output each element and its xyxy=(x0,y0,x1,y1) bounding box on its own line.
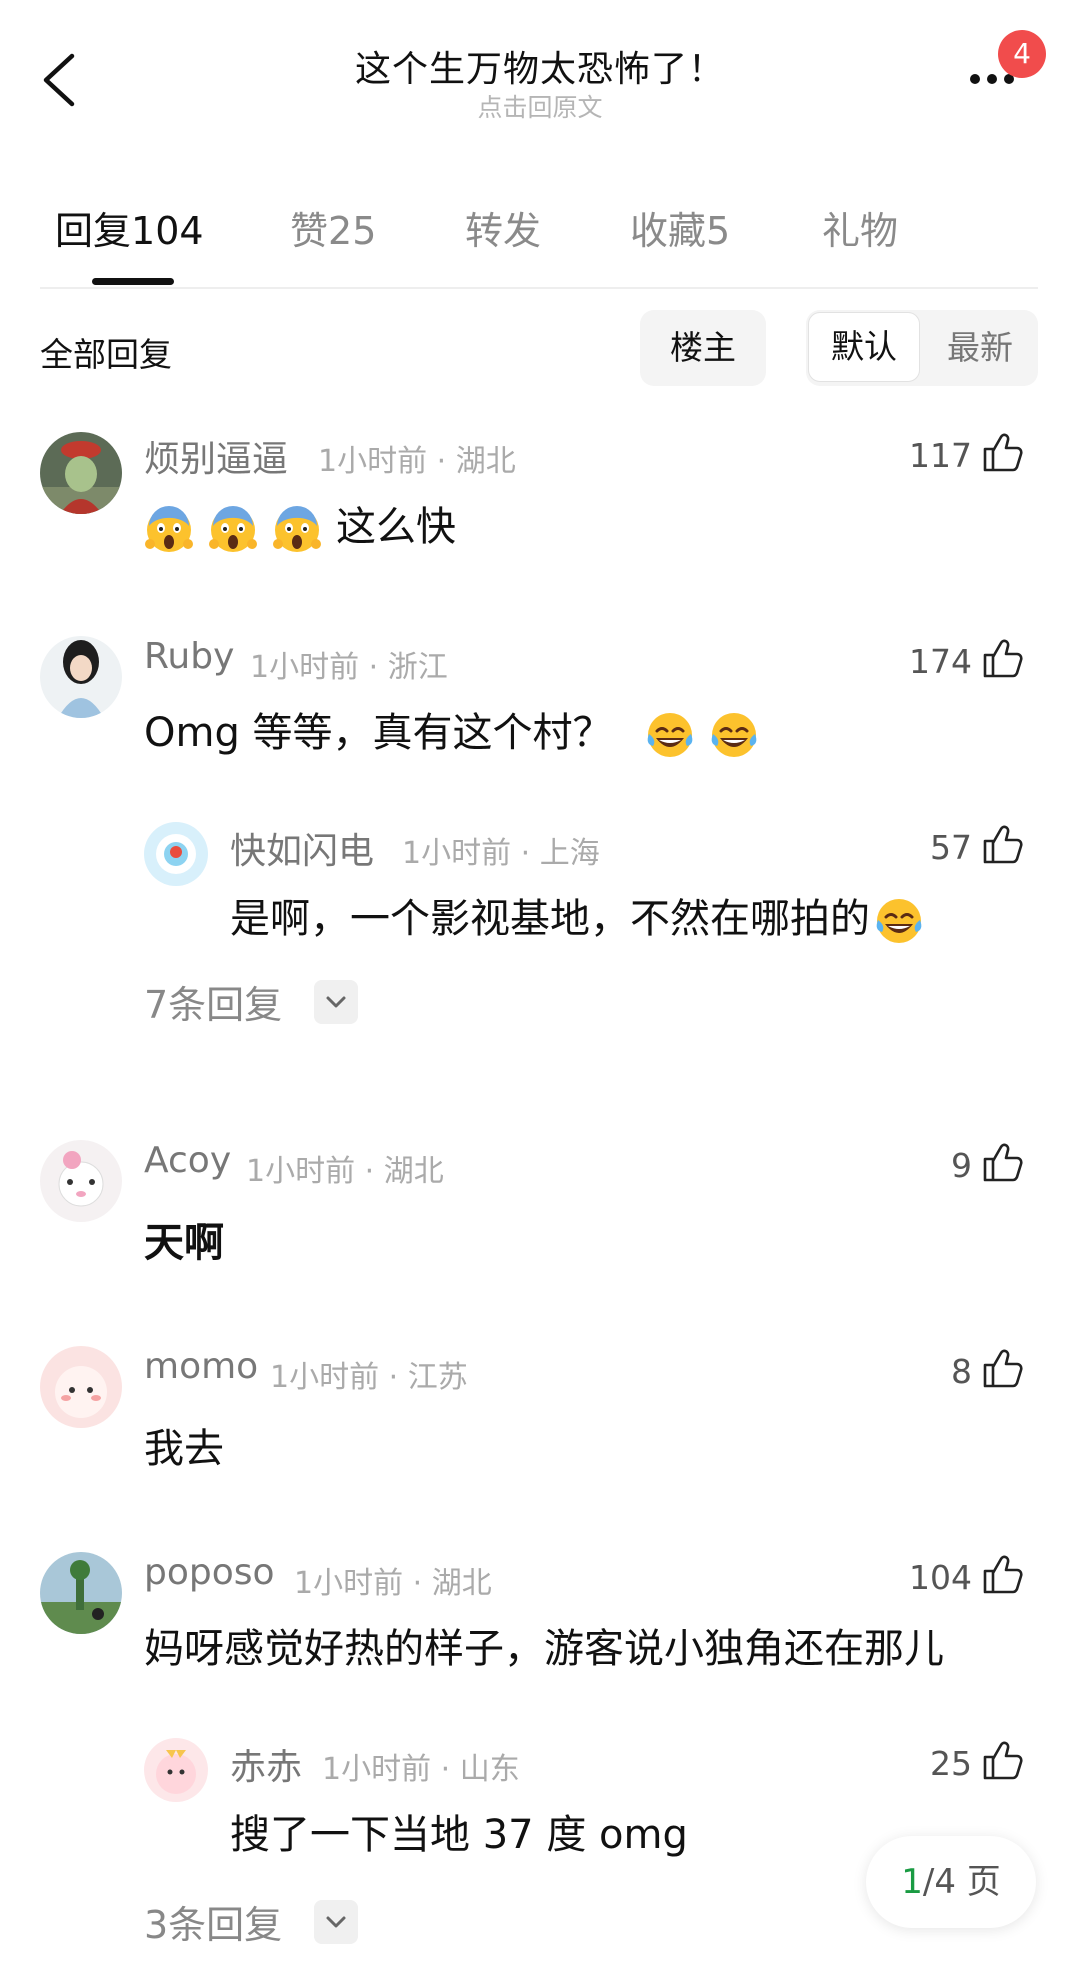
notification-badge: 4 xyxy=(998,30,1046,78)
comment-text-body: Omg 等等，真有这个村？ xyxy=(144,710,613,756)
avatar[interactable] xyxy=(144,822,208,886)
tab-count: 25 xyxy=(328,209,377,253)
comment-meta: 1小时前 · 湖北 xyxy=(246,1154,444,1189)
tab-replies[interactable]: 回复104 xyxy=(55,200,204,255)
avatar[interactable] xyxy=(40,1346,122,1428)
scream-emoji-icon xyxy=(272,504,322,554)
like-count: 25 xyxy=(930,1744,972,1783)
tab-count: 5 xyxy=(706,209,731,253)
avatar[interactable] xyxy=(40,1552,122,1634)
comment-username[interactable]: Ruby xyxy=(144,636,234,677)
back-to-original-link[interactable]: 点击回原文 xyxy=(0,88,1080,124)
tab-favorites[interactable]: 收藏5 xyxy=(630,200,730,255)
chevron-down-icon[interactable] xyxy=(314,980,358,1024)
tab-count: 104 xyxy=(131,209,204,253)
avatar[interactable] xyxy=(144,1738,208,1802)
tab-label: 赞 xyxy=(290,209,329,253)
reply-text: 是啊，一个影视基地，不然在哪拍的 xyxy=(230,886,938,946)
chevron-down-icon[interactable] xyxy=(314,1900,358,1944)
view-more-replies[interactable]: 7条回复 xyxy=(144,974,282,1029)
all-replies-label: 全部回复 xyxy=(40,335,172,374)
total-pages: /4 页 xyxy=(922,1862,1001,1902)
like-count: 8 xyxy=(951,1352,972,1391)
more-replies-label: 3条回复 xyxy=(144,1903,283,1947)
thumbs-up-icon[interactable] xyxy=(980,636,1024,680)
page-title: 这个生万物太恐怖了！ xyxy=(354,49,725,90)
comment-text: 这么快 xyxy=(144,494,456,554)
thumbs-up-icon[interactable] xyxy=(980,822,1024,866)
like-count: 104 xyxy=(909,1558,972,1597)
avatar[interactable] xyxy=(40,432,122,514)
comment-username[interactable]: Acoy xyxy=(144,1140,231,1181)
view-more-replies[interactable]: 3条回复 xyxy=(144,1894,282,1949)
thumbs-up-icon[interactable] xyxy=(980,1552,1024,1596)
reply-username[interactable]: 赤赤 xyxy=(230,1738,302,1790)
tab-label: 收藏 xyxy=(630,209,707,253)
like-count: 9 xyxy=(951,1146,972,1185)
divider xyxy=(40,287,1038,289)
tab-label: 转发 xyxy=(465,209,542,253)
current-page: 1 xyxy=(901,1862,923,1902)
comment-text: 妈呀感觉好热的样子，游客说小独角还在那儿 xyxy=(144,1626,944,1672)
sort-newest-button[interactable]: 最新 xyxy=(924,312,1036,384)
active-tab-indicator xyxy=(92,278,174,285)
comment-text: 我去 xyxy=(144,1426,224,1472)
comment-username[interactable]: 烦别逼逼 xyxy=(144,430,288,482)
more-replies-label: 7条回复 xyxy=(144,983,283,1027)
reply-username[interactable]: 快如闪电 xyxy=(230,822,374,874)
tab-label: 礼物 xyxy=(822,209,899,253)
comment-text: 天啊 xyxy=(144,1220,224,1266)
comment-username[interactable]: momo xyxy=(144,1346,258,1387)
like-count: 117 xyxy=(909,436,972,475)
reply-meta: 1小时前 · 上海 xyxy=(402,836,600,871)
tears-of-joy-emoji-icon xyxy=(874,896,924,946)
avatar[interactable] xyxy=(40,636,122,718)
comment-text-body: 这么快 xyxy=(336,504,456,550)
like-count: 57 xyxy=(930,828,972,867)
comment-text: Omg 等等，真有这个村？ xyxy=(144,700,773,760)
like-count: 174 xyxy=(909,642,972,681)
scream-emoji-icon xyxy=(208,504,258,554)
comment-meta: 1小时前 · 湖北 xyxy=(318,444,516,479)
comment-meta: 1小时前 · 江苏 xyxy=(270,1360,468,1395)
avatar[interactable] xyxy=(40,1140,122,1222)
comment-meta: 1小时前 · 浙江 xyxy=(250,650,448,685)
thumbs-up-icon[interactable] xyxy=(980,430,1024,474)
page-indicator[interactable]: 1/4 页 xyxy=(866,1836,1036,1928)
tab-likes[interactable]: 赞25 xyxy=(290,200,376,255)
tab-forward[interactable]: 转发 xyxy=(465,200,541,255)
comment-meta: 1小时前 · 湖北 xyxy=(294,1566,492,1601)
comment-username[interactable]: poposo xyxy=(144,1552,275,1593)
tab-gifts[interactable]: 礼物 xyxy=(822,200,898,255)
tears-of-joy-emoji-icon xyxy=(645,710,695,760)
reply-text-body: 是啊，一个影视基地，不然在哪拍的 xyxy=(230,896,870,942)
thumbs-up-icon[interactable] xyxy=(980,1140,1024,1184)
reply-meta: 1小时前 · 山东 xyxy=(322,1752,520,1787)
owner-only-button[interactable]: 楼主 xyxy=(640,310,766,386)
thumbs-up-icon[interactable] xyxy=(980,1346,1024,1390)
reply-text: 搜了一下当地 37 度 omg xyxy=(230,1812,688,1858)
sort-default-button[interactable]: 默认 xyxy=(808,312,920,382)
thumbs-up-icon[interactable] xyxy=(980,1738,1024,1782)
tears-of-joy-emoji-icon xyxy=(709,710,759,760)
scream-emoji-icon xyxy=(144,504,194,554)
tab-label: 回复 xyxy=(55,209,132,253)
